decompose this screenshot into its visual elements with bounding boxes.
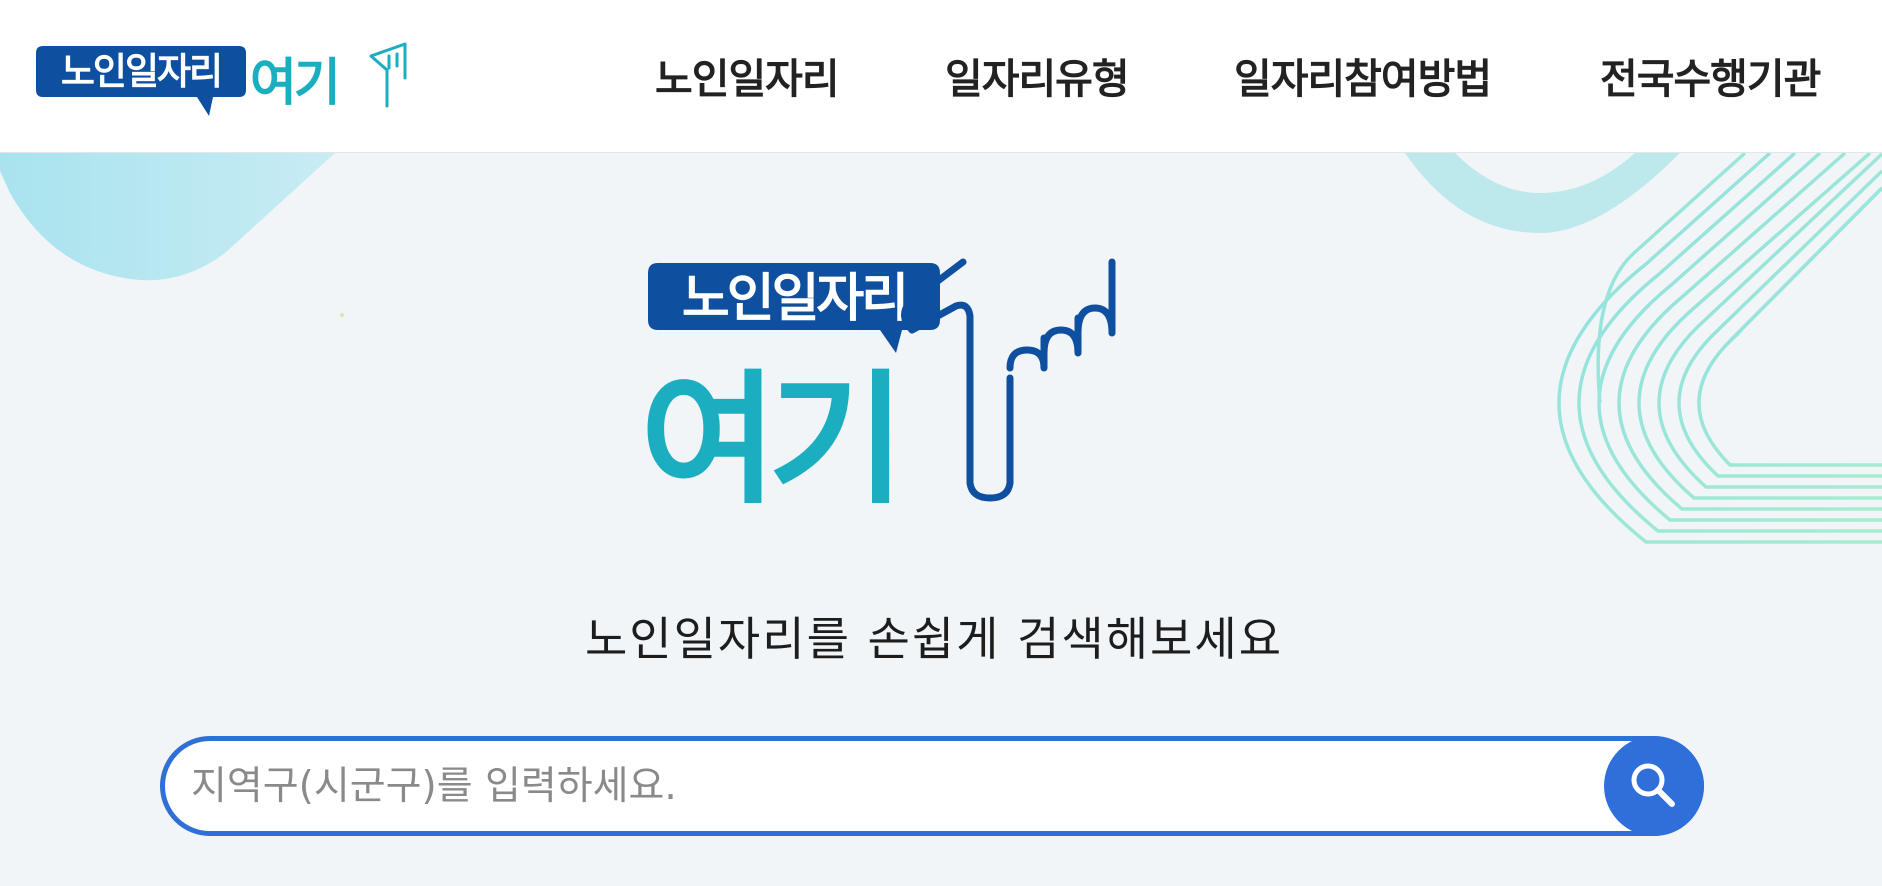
- nav-item-job-types[interactable]: 일자리유형: [945, 48, 1130, 110]
- search-button[interactable]: [1604, 736, 1704, 836]
- site-header: 노인일자리 여기 노인일자리 일자리유형 일자리참여방법 전국수행기관: [0, 0, 1882, 153]
- hero-subtitle: 노인일자리를 손쉽게 검색해보세요: [584, 612, 1284, 666]
- hero-logo-accent-text: 여기: [640, 357, 896, 503]
- hero-logo-badge-text: 노인일자리: [682, 269, 906, 329]
- region-search-input[interactable]: [191, 753, 1551, 819]
- nav-item-how-to-participate[interactable]: 일자리참여방법: [1234, 48, 1492, 110]
- hero-logo: 노인일자리 여기: [640, 258, 1116, 503]
- nav-item-agencies[interactable]: 전국수행기관: [1600, 48, 1821, 110]
- search-bar: [160, 736, 1704, 836]
- search-icon: [1631, 763, 1675, 807]
- main-nav: 노인일자리 일자리유형 일자리참여방법 전국수행기관: [0, 48, 1882, 110]
- nav-item-senior-jobs[interactable]: 노인일자리: [655, 48, 840, 110]
- hero-section: 노인일자리 여기 노인일자리를 손쉽게 검색해보세요: [0, 153, 1882, 886]
